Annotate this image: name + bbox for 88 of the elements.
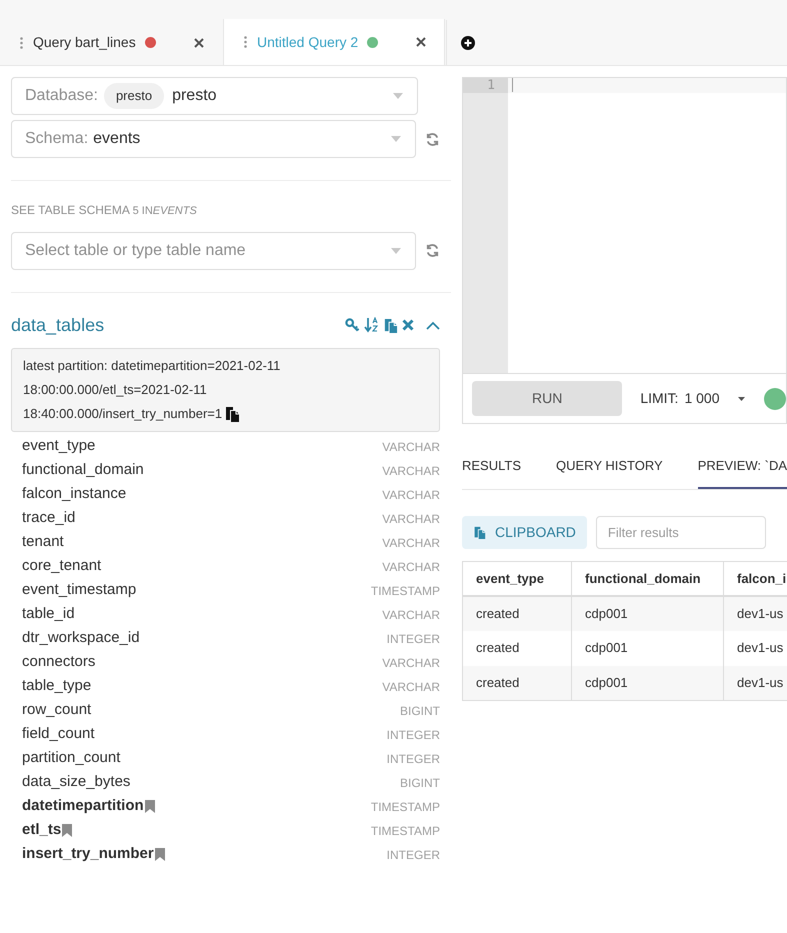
- column-header: functional_domain: [572, 562, 724, 596]
- database-select[interactable]: Database: presto presto: [11, 77, 418, 115]
- bookmark-icon: [154, 848, 165, 861]
- field-value: presto: [172, 86, 217, 106]
- column-type: VARCHAR: [382, 438, 440, 456]
- limit-select[interactable]: LIMIT: 1 000: [640, 388, 745, 409]
- column-type: INTEGER: [386, 750, 440, 768]
- column-name: etl_ts: [22, 820, 62, 840]
- table-cell: dev1-us: [724, 666, 787, 700]
- bookmark-icon: [62, 824, 72, 837]
- filter-input[interactable]: Filter results: [596, 516, 766, 549]
- column-header: event_type: [462, 562, 572, 596]
- text-cursor: [512, 78, 513, 92]
- table-cell: cdp001: [572, 666, 724, 700]
- section-heading: SEE TABLE SCHEMA 5 INEVENTS: [11, 202, 198, 219]
- column-type: BIGINT: [400, 702, 440, 720]
- caret-icon: [391, 248, 401, 254]
- column-name: trace_id: [22, 508, 76, 528]
- column-type: VARCHAR: [382, 462, 440, 480]
- column-name: table_id: [22, 604, 75, 624]
- column-name: table_type: [22, 676, 92, 696]
- column-name: datetimepartition: [22, 796, 144, 816]
- field-label: Schema:: [25, 129, 88, 149]
- drag-handle-icon: [244, 36, 247, 48]
- column-name: functional_domain: [22, 460, 144, 480]
- column-type: INTEGER: [386, 630, 440, 648]
- column-type: INTEGER: [386, 846, 440, 864]
- partition-text: latest partition: datetimepartition=2021-02-11: [23, 356, 280, 375]
- close-icon: [194, 38, 204, 48]
- column-name: event_timestamp: [22, 580, 136, 600]
- results-tab[interactable]: PREVIEW: `DA: [698, 453, 787, 489]
- close-icon: [416, 37, 426, 47]
- column-type: VARCHAR: [382, 606, 440, 624]
- column-type: VARCHAR: [382, 486, 440, 504]
- clipboard-button[interactable]: CLIPBOARD: [462, 516, 587, 549]
- column-type: TIMESTAMP: [370, 582, 440, 600]
- key-icon: [345, 318, 360, 332]
- run-button[interactable]: RUN: [472, 381, 622, 416]
- sort-icon: [364, 317, 379, 333]
- database-chip: presto: [104, 83, 164, 109]
- column-type: BIGINT: [400, 774, 440, 792]
- column-type: VARCHAR: [382, 678, 440, 696]
- refresh-icon: [425, 243, 440, 258]
- line-number: 1: [463, 78, 508, 93]
- copy-icon: [473, 526, 486, 539]
- column-type: TIMESTAMP: [370, 822, 440, 840]
- results-tab[interactable]: QUERY HISTORY: [556, 453, 663, 489]
- column-name: connectors: [22, 652, 96, 672]
- collapse-icon: [426, 320, 440, 330]
- drag-handle-icon: [20, 36, 23, 48]
- column-name: event_type: [22, 436, 96, 456]
- field-label: LIMIT:: [640, 389, 678, 408]
- column-name: falcon_instance: [22, 484, 126, 504]
- results-tab[interactable]: RESULTS: [462, 453, 521, 489]
- caret-icon: [391, 136, 401, 142]
- plus-icon: [461, 36, 475, 50]
- caret-icon: [738, 396, 745, 400]
- column-name: partition_count: [22, 748, 120, 768]
- schema-select[interactable]: Schema: events: [11, 120, 416, 158]
- column-name: core_tenant: [22, 556, 102, 576]
- column-type: VARCHAR: [382, 558, 440, 576]
- copy-icon: [224, 406, 240, 422]
- column-name: insert_try_number: [22, 844, 154, 864]
- close-icon: [402, 319, 414, 331]
- column-type: TIMESTAMP: [370, 798, 440, 816]
- field-value: events: [93, 129, 140, 149]
- caret-icon: [393, 93, 403, 99]
- placeholder: Select table or type table name: [25, 240, 246, 260]
- field-label: Database:: [25, 86, 98, 106]
- partition-text: 18:00:00.000/etl_ts=2021-02-11: [23, 380, 207, 399]
- status-icon: [764, 388, 786, 410]
- column-name: field_count: [22, 724, 95, 744]
- column-type: VARCHAR: [382, 534, 440, 552]
- field-value: 1 000: [684, 389, 720, 408]
- column-name: tenant: [22, 532, 64, 552]
- column-type: INTEGER: [386, 726, 440, 744]
- column-name: data_size_bytes: [22, 772, 130, 792]
- refresh-icon: [425, 132, 440, 146]
- bookmark-icon: [144, 800, 155, 813]
- column-name: row_count: [22, 700, 92, 720]
- column-name: dtr_workspace_id: [22, 628, 140, 648]
- column-type: VARCHAR: [382, 510, 440, 528]
- partition-text: 18:40:00.000/insert_try_number=1: [23, 404, 222, 423]
- tab-label[interactable]: Query bart_lines: [33, 32, 136, 53]
- copy-icon: [383, 318, 398, 332]
- table-cell: created: [462, 666, 572, 700]
- table-title: data_tables: [11, 314, 104, 336]
- column-type: VARCHAR: [382, 654, 440, 672]
